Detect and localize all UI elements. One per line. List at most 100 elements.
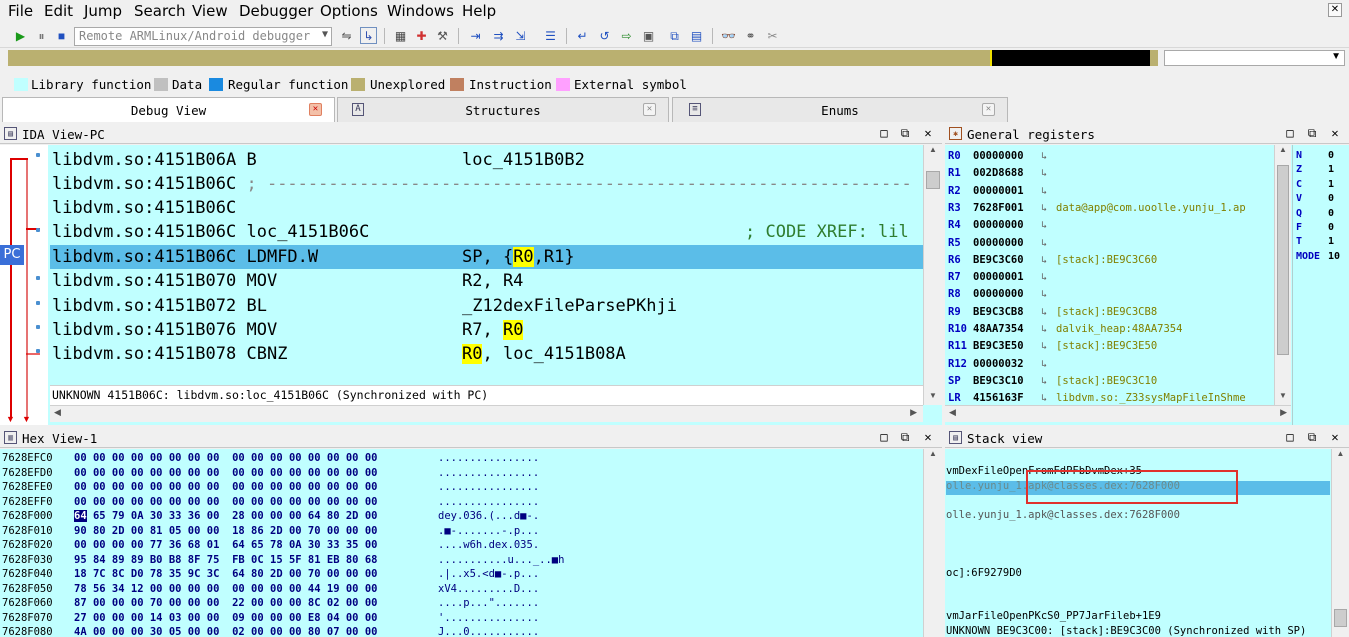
run-until-return-icon[interactable]: ⇨	[618, 27, 635, 44]
register-row[interactable]: R9 BE9C3CB8 ↳ [stack]:BE9C3CB8	[948, 304, 1273, 321]
minimize-icon[interactable]: □	[1283, 430, 1297, 444]
scrollbar-thumb[interactable]	[1277, 165, 1289, 355]
register-row[interactable]: SP BE9C3C10 ↳ [stack]:BE9C3C10	[948, 373, 1273, 390]
attach-icon[interactable]: ⇋	[338, 27, 355, 44]
menu-edit[interactable]: Edit	[44, 2, 73, 20]
hex-ascii[interactable]: dey.036.(...d■-.	[438, 509, 539, 524]
scroll-down-icon[interactable]: ▼	[924, 391, 942, 405]
stack-row[interactable]: UNKNOWN BE9C3C00: [stack]:BE9C3C00 (Sync…	[946, 624, 1330, 637]
register-value[interactable]: 00000032	[973, 356, 1024, 373]
scroll-up-icon[interactable]: ▲	[924, 449, 942, 463]
graph-icon[interactable]: ▤	[688, 27, 705, 44]
hex-row[interactable]: 7628F050 78 56 34 12 00 00 00 00 00 00 00…	[2, 582, 562, 597]
step-icon[interactable]: ⇉	[490, 27, 507, 44]
unlink-icon[interactable]: ✂	[764, 27, 781, 44]
register-row[interactable]: R7 00000001 ↳	[948, 269, 1273, 286]
close-icon[interactable]: ✕	[921, 430, 935, 444]
flag-value[interactable]: 10	[1328, 250, 1340, 264]
navigation-band[interactable]	[8, 50, 1158, 66]
step-over-icon[interactable]: ⇥	[467, 27, 484, 44]
hex-row[interactable]: 7628F030 95 84 89 89 B0 B8 8F 75 FB 0C 15…	[2, 553, 564, 568]
menu-options[interactable]: Options	[320, 2, 378, 20]
minimize-icon[interactable]: □	[877, 126, 891, 140]
flag-value[interactable]: 0	[1328, 192, 1334, 206]
hex-ascii[interactable]: .■-.......-.p...	[438, 524, 539, 539]
tab-debug-view[interactable]: Debug View ✕	[2, 97, 335, 122]
register-value[interactable]: 00000001	[973, 269, 1024, 286]
breakpoint-dot[interactable]	[36, 301, 40, 305]
step-into-icon[interactable]: ↳	[360, 27, 377, 44]
copy-icon[interactable]: ⧉	[666, 27, 683, 44]
ida-horizontal-scrollbar[interactable]: ◀ ▶	[50, 405, 923, 422]
hex-row[interactable]: 7628F070 27 00 00 00 14 03 00 00 09 00 00…	[2, 611, 562, 626]
menu-debugger[interactable]: Debugger	[239, 2, 313, 20]
jump-arrow-icon[interactable]: ↳	[1041, 200, 1047, 217]
hex-row[interactable]: 7628F020 00 00 00 00 77 36 68 01 64 65 78…	[2, 538, 562, 553]
menu-help[interactable]: Help	[462, 2, 496, 20]
close-icon[interactable]: ✕	[982, 103, 995, 116]
breakpoint-dot[interactable]	[36, 349, 40, 353]
hex-bytes[interactable]: 00 00 00 00 00 00 00 00 00 00 00 00 00 0…	[74, 480, 377, 495]
flag-value[interactable]: 1	[1328, 235, 1334, 249]
register-value[interactable]: BE9C3E50	[973, 338, 1024, 355]
flag-row[interactable]: MODE 10	[1296, 250, 1342, 264]
restore-icon[interactable]: ⧉	[1305, 126, 1319, 141]
hex-row[interactable]: 7628F080 4A 00 00 00 30 05 00 00 02 00 00…	[2, 625, 562, 637]
stack-row[interactable]	[946, 580, 1330, 594]
hex-ascii[interactable]: ....w6h.dex.035.	[438, 538, 539, 553]
register-row[interactable]: R11 BE9C3E50 ↳ [stack]:BE9C3E50	[948, 338, 1273, 355]
jump-arrow-icon[interactable]: ↳	[1041, 252, 1047, 269]
flag-value[interactable]: 0	[1328, 149, 1334, 163]
menu-jump[interactable]: Jump	[84, 2, 122, 20]
register-row[interactable]: R5 00000000 ↳	[948, 235, 1273, 252]
hex-bytes[interactable]: 27 00 00 00 14 03 00 00 09 00 00 00 E8 0…	[74, 611, 377, 626]
register-value[interactable]: 00000000	[973, 217, 1024, 234]
register-row[interactable]: R0 00000000 ↳	[948, 148, 1273, 165]
jump-arrow-icon[interactable]: ↳	[1041, 269, 1047, 286]
stack-row[interactable]	[946, 595, 1330, 609]
scroll-left-icon[interactable]: ◀	[54, 407, 61, 418]
jump-arrow-icon[interactable]: ↳	[1041, 338, 1047, 355]
scroll-up-icon[interactable]: ▲	[924, 145, 942, 159]
stack-row[interactable]: olle.yunju_1.apk@classes.dex:7628F000	[946, 508, 1330, 522]
scrollbar-thumb[interactable]	[1334, 609, 1347, 627]
flag-value[interactable]: 0	[1328, 207, 1334, 221]
hex-bytes[interactable]: 95 84 89 89 B0 B8 8F 75 FB 0C 15 5F 81 E…	[74, 553, 377, 568]
scroll-left-icon[interactable]: ◀	[949, 407, 956, 418]
selected-byte[interactable]: 64	[74, 510, 87, 522]
start-process-icon[interactable]: ▶	[12, 27, 29, 44]
hex-row[interactable]: 7628EFD0 00 00 00 00 00 00 00 00 00 00 00…	[2, 466, 562, 481]
ida-vertical-scrollbar[interactable]: ▲ ▼	[923, 145, 942, 405]
window-icon[interactable]: ▣	[640, 27, 657, 44]
register-row[interactable]: R6 BE9C3C60 ↳ [stack]:BE9C3C60	[948, 252, 1273, 269]
flag-value[interactable]: 0	[1328, 221, 1334, 235]
stack-row[interactable]	[946, 537, 1330, 551]
register-row[interactable]: R4 00000000 ↳	[948, 217, 1273, 234]
hex-row[interactable]: 7628EFF0 00 00 00 00 00 00 00 00 00 00 00…	[2, 495, 562, 510]
stack-row[interactable]: oc]:6F9279D0	[946, 566, 1330, 580]
hex-bytes[interactable]: 00 00 00 00 00 00 00 00 00 00 00 00 00 0…	[74, 495, 377, 510]
register-row[interactable]: R3 7628F001 ↳ data@app@com.uoolle.yunju_1.a…	[948, 200, 1273, 217]
hex-bytes[interactable]: 64 65 79 0A 30 33 36 00 28 00 00 00 64 8…	[74, 509, 377, 524]
hex-ascii[interactable]: ...........u..._..■h	[438, 553, 564, 568]
register-value[interactable]: 00000000	[973, 148, 1024, 165]
jump-arrow-icon[interactable]: ↳	[1041, 148, 1047, 165]
restore-icon[interactable]: ⧉	[898, 430, 912, 445]
flag-row[interactable]: Q0	[1296, 207, 1342, 221]
close-icon[interactable]: ✕	[643, 103, 656, 116]
scroll-up-icon[interactable]: ▲	[1275, 145, 1291, 159]
breakpoint-dot[interactable]	[36, 276, 40, 280]
hex-row[interactable]: 7628F010 90 80 2D 00 81 05 00 00 18 86 2D…	[2, 524, 562, 539]
jump-arrow-icon[interactable]: ↳	[1041, 235, 1047, 252]
jump-arrow-icon[interactable]: ↳	[1041, 183, 1047, 200]
debugger-select[interactable]: Remote ARMLinux/Android debugger ▼	[74, 27, 332, 46]
hex-ascii[interactable]: ................	[438, 451, 539, 466]
stop-icon[interactable]: ■	[53, 27, 70, 44]
scroll-down-icon[interactable]: ▼	[1275, 391, 1291, 405]
registers-vertical-scrollbar[interactable]: ▲ ▼	[1274, 145, 1291, 405]
hex-ascii[interactable]: xV4.........D...	[438, 582, 539, 597]
hex-bytes[interactable]: 00 00 00 00 00 00 00 00 00 00 00 00 00 0…	[74, 451, 377, 466]
hex-ascii[interactable]: ................	[438, 480, 539, 495]
scroll-up-icon[interactable]: ▲	[1332, 449, 1349, 463]
register-value[interactable]: 00000000	[973, 286, 1024, 303]
